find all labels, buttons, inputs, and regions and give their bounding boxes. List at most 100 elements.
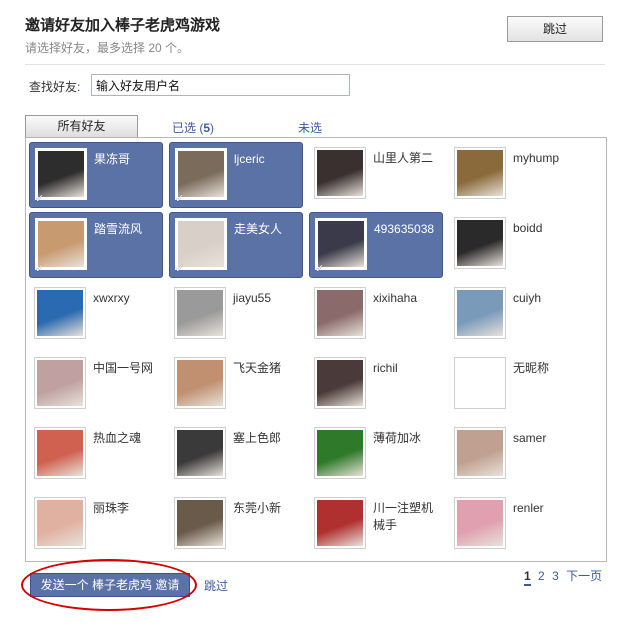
young-man-avatar: [454, 217, 506, 269]
friend-item[interactable]: 无昵称: [449, 352, 583, 418]
smiling-woman-avatar: [174, 357, 226, 409]
header-divider: [25, 64, 605, 65]
avatar-image: [317, 360, 363, 406]
friend-item[interactable]: xwxrxy: [29, 282, 163, 348]
skip-link-bottom[interactable]: 跳过: [204, 577, 228, 594]
friend-name: 中国一号网: [93, 361, 154, 375]
friend-item[interactable]: renler: [449, 492, 583, 558]
friend-name: 走美女人: [234, 222, 283, 236]
avatar-image: [457, 290, 503, 336]
friend-name: xwxrxy: [93, 291, 130, 305]
page-2-link[interactable]: 2: [538, 569, 545, 583]
friend-name: 热血之魂: [93, 431, 142, 445]
friend-item[interactable]: 东莞小新: [169, 492, 303, 558]
blank-avatar: [454, 357, 506, 409]
next-page-link[interactable]: 下一页: [566, 569, 602, 583]
friend-item[interactable]: 热血之魂: [29, 422, 163, 488]
friend-item[interactable]: boidd: [449, 212, 583, 278]
friend-item[interactable]: samer: [449, 422, 583, 488]
avatar-image: [177, 360, 223, 406]
avatar-image: [457, 150, 503, 196]
friend-name: cuiyh: [513, 291, 542, 305]
friend-name: 493635038: [374, 222, 435, 236]
avatar-image: [177, 290, 223, 336]
friend-name: myhump: [513, 151, 560, 165]
tab-unselected-friends[interactable]: 未选: [298, 119, 322, 136]
avatar-image: [317, 500, 363, 546]
warrior-figure-avatar: [454, 147, 506, 199]
friend-item[interactable]: ✓ ljceric: [169, 142, 303, 208]
blue-scene-avatar: [34, 287, 86, 339]
tab-selected-suffix: ): [210, 121, 215, 135]
check-icon: ✓: [175, 193, 185, 205]
avatar-image: [178, 221, 224, 267]
friend-name: jiayu55: [233, 291, 272, 305]
friend-item[interactable]: richil: [309, 352, 443, 418]
friend-item[interactable]: jiayu55: [169, 282, 303, 348]
check-icon: ✓: [35, 263, 45, 275]
green-leaf-avatar: [314, 427, 366, 479]
avatar-image: [318, 221, 364, 267]
check-icon: ✓: [175, 263, 185, 275]
friend-name: 薄荷加冰: [373, 431, 422, 445]
friend-item[interactable]: 丽珠李: [29, 492, 163, 558]
pagination: 1 2 3 下一页: [524, 567, 606, 586]
friend-item[interactable]: ✓ 走美女人: [169, 212, 303, 278]
friend-name: 飞天金猪: [233, 361, 282, 375]
collage-avatar: [314, 287, 366, 339]
avatar-image: [317, 150, 363, 196]
tab-all-friends[interactable]: 所有好友: [25, 115, 138, 137]
friend-name: boidd: [513, 221, 543, 235]
friend-item[interactable]: 薄荷加冰: [309, 422, 443, 488]
tab-selected-friends[interactable]: 已选 (5): [172, 119, 214, 136]
friend-item[interactable]: ✓ 果冻哥: [29, 142, 163, 208]
page-1-link[interactable]: 1: [524, 569, 531, 586]
friend-item[interactable]: ✓ 踏雪流风: [29, 212, 163, 278]
skip-button-top[interactable]: 跳过: [507, 16, 603, 42]
search-input[interactable]: [91, 74, 350, 96]
avatar-image: [38, 221, 84, 267]
search-label: 查找好友:: [29, 80, 81, 94]
man-id-photo-avatar: [454, 427, 506, 479]
friend-name: 果冻哥: [94, 152, 131, 166]
avatar-image: [177, 430, 223, 476]
avatar-image: [177, 500, 223, 546]
friend-item[interactable]: 山里人第二: [309, 142, 443, 208]
friend-item[interactable]: ✓ 493635038: [309, 212, 443, 278]
send-invite-button[interactable]: 发送一个 棒子老虎鸡 邀请: [30, 573, 190, 597]
check-icon: ✓: [35, 193, 45, 205]
friend-item[interactable]: 川一注塑机械手: [309, 492, 443, 558]
cartoon-girl-avatar: [34, 497, 86, 549]
page-subtitle: 请选择好友，最多选择 20 个。: [25, 41, 190, 55]
avatar-image: [178, 151, 224, 197]
check-icon: ✓: [315, 263, 325, 275]
performer-avatar: [34, 357, 86, 409]
tab-selected-prefix: 已选 (: [172, 121, 204, 135]
friend-name: 川一注塑机械手: [373, 501, 434, 532]
friend-item[interactable]: 飞天金猪: [169, 352, 303, 418]
avatar-image: [37, 360, 83, 406]
man-face-avatar: [174, 497, 226, 549]
gray-photo-avatar: [174, 287, 226, 339]
friend-name: 山里人第二: [373, 151, 434, 165]
avatar-image: [37, 430, 83, 476]
girl-portrait-avatar: [314, 357, 366, 409]
friend-name: 丽珠李: [93, 501, 130, 515]
friend-item[interactable]: xixihaha: [309, 282, 443, 348]
anime-girl-avatar: [454, 497, 506, 549]
action-figure-avatar: [174, 427, 226, 479]
friend-name: 东莞小新: [233, 501, 282, 515]
avatar-image: [317, 290, 363, 336]
friend-item[interactable]: cuiyh: [449, 282, 583, 348]
friend-name: ljceric: [234, 152, 265, 166]
page-title: 邀请好友加入棒子老虎鸡游戏: [25, 17, 221, 34]
friend-name: 踏雪流风: [94, 222, 143, 236]
friend-item[interactable]: 塞上色郎: [169, 422, 303, 488]
friend-item[interactable]: 中国一号网: [29, 352, 163, 418]
friend-item[interactable]: myhump: [449, 142, 583, 208]
friend-name: renler: [513, 501, 544, 515]
avatar-image: [37, 290, 83, 336]
page-3-link[interactable]: 3: [552, 569, 559, 583]
friend-name: 塞上色郎: [233, 431, 282, 445]
friend-name: 无昵称: [513, 361, 550, 375]
